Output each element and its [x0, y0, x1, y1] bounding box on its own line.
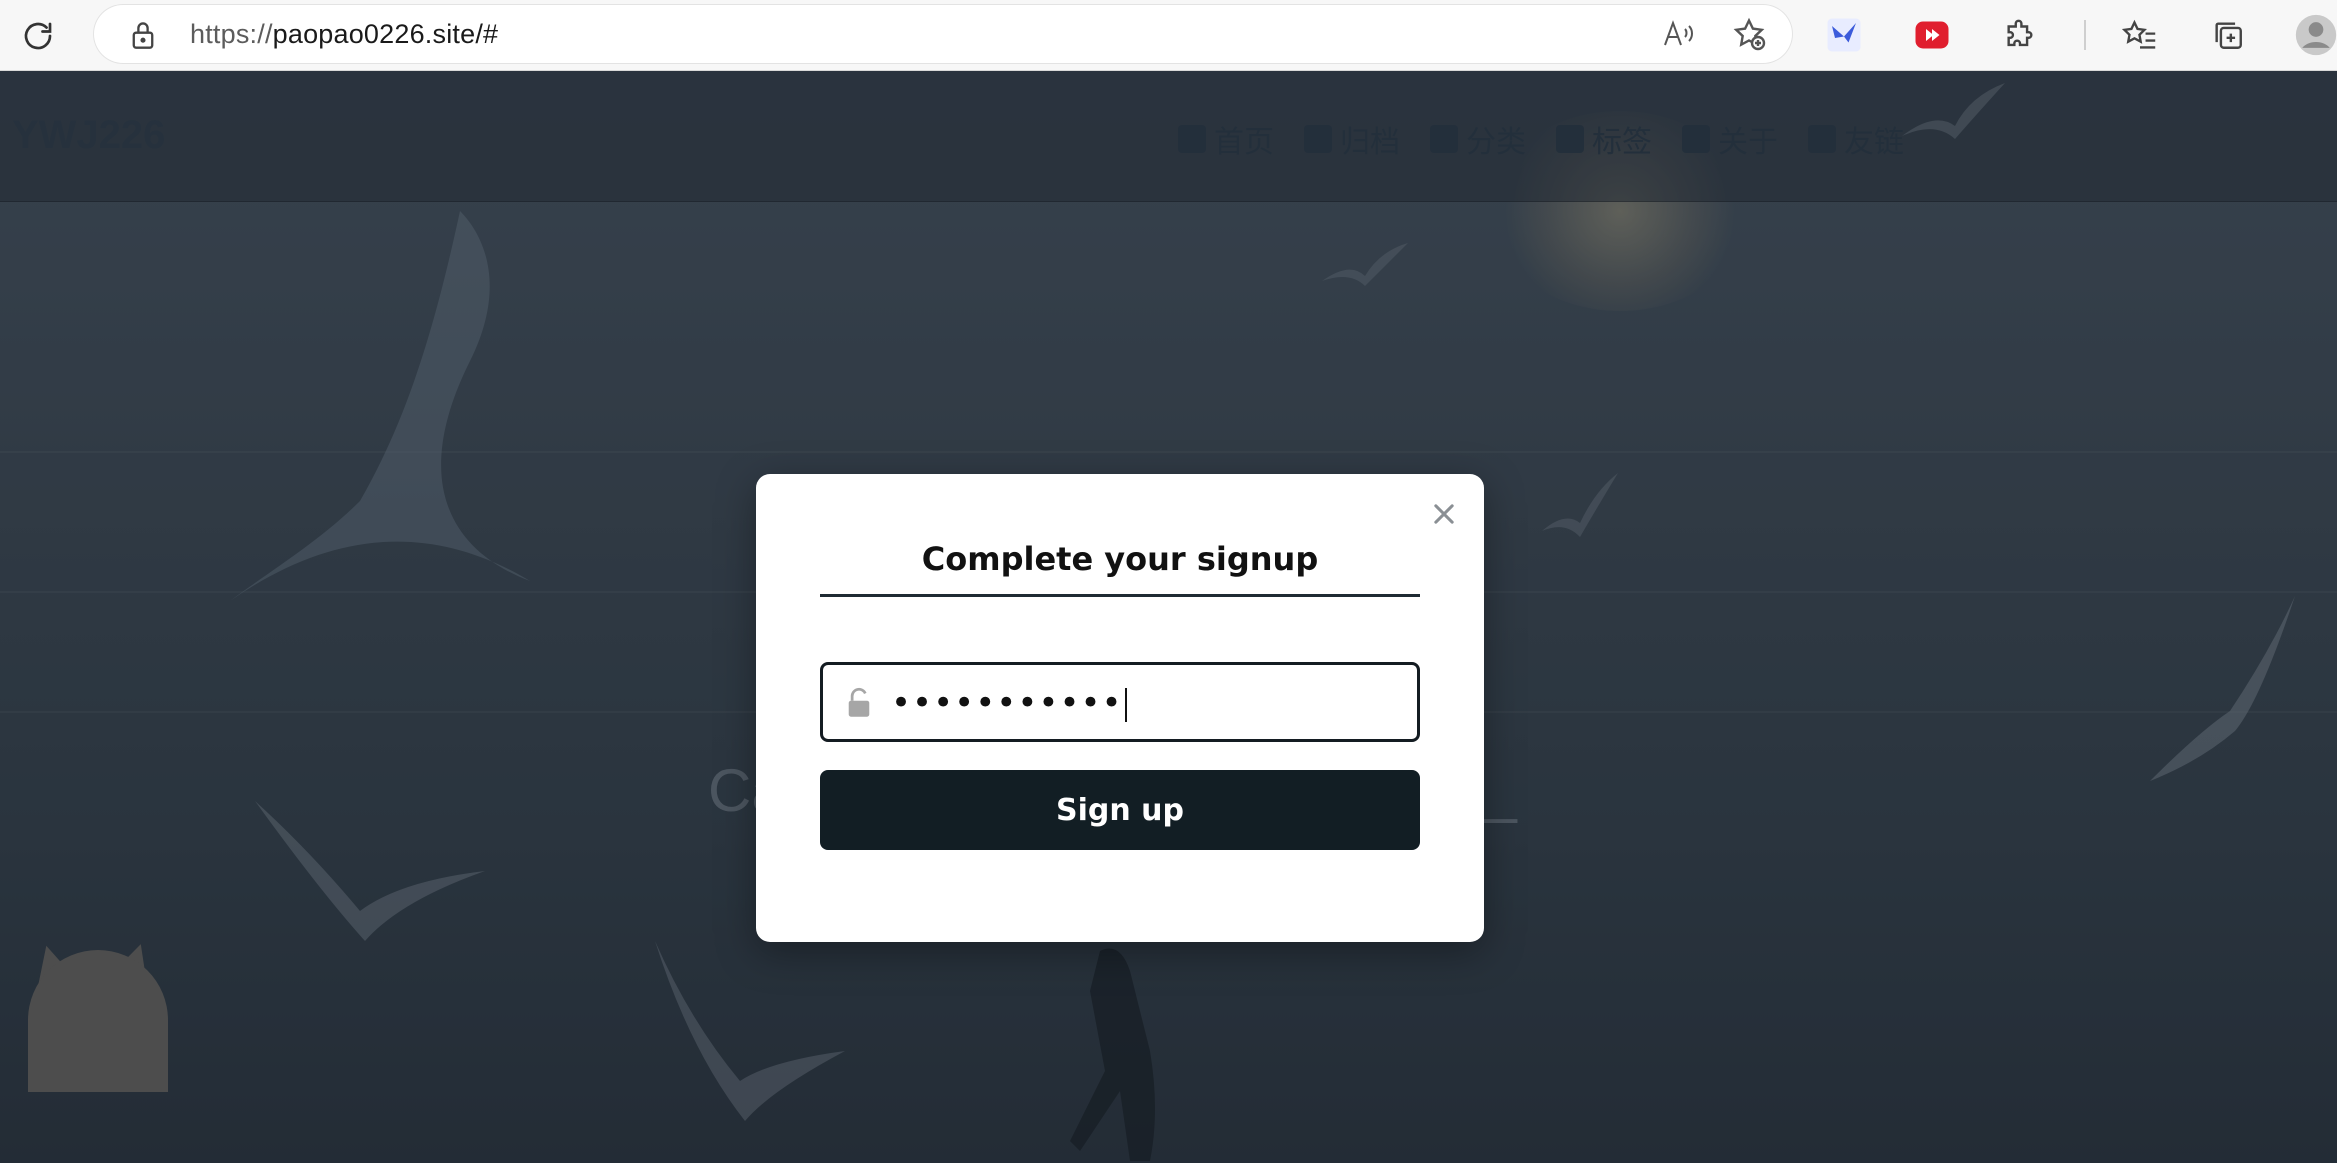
extension-blue-bird-icon[interactable]: [1820, 11, 1868, 59]
password-field[interactable]: •••••••••••: [820, 662, 1420, 742]
close-button[interactable]: [1426, 496, 1462, 532]
url-protocol: https://: [190, 19, 273, 49]
extensions-icon[interactable]: [1996, 11, 2044, 59]
modal-title: Complete your signup: [921, 540, 1319, 578]
close-icon: [1434, 504, 1454, 524]
title-underline: [820, 594, 1420, 597]
signup-button[interactable]: Sign up: [820, 770, 1420, 850]
url-text[interactable]: https://paopao0226.site/#: [190, 19, 498, 50]
cat-mascot[interactable]: [28, 950, 168, 1092]
password-dots: •••••••••••: [891, 683, 1123, 723]
favorites-icon[interactable]: [2116, 11, 2164, 59]
lock-icon[interactable]: [129, 20, 157, 55]
toolbar-separator: [2084, 20, 2086, 50]
address-bar[interactable]: https://paopao0226.site/#: [93, 4, 1793, 64]
reload-icon[interactable]: [14, 12, 62, 60]
read-aloud-icon[interactable]: [1659, 14, 1699, 54]
collections-icon[interactable]: [2204, 11, 2252, 59]
text-caret: [1124, 687, 1127, 722]
browser-toolbar: https://paopao0226.site/#: [0, 0, 2337, 71]
add-favorite-icon[interactable]: [1729, 14, 1769, 54]
signup-modal: Complete your signup ••••••••••• Sign up: [756, 474, 1484, 942]
password-value: •••••••••••: [891, 683, 1127, 723]
url-host: paopao0226.site/#: [272, 19, 499, 49]
extension-video-icon[interactable]: [1908, 11, 1956, 59]
profile-icon[interactable]: [2292, 11, 2337, 59]
unlock-icon: [845, 687, 873, 724]
